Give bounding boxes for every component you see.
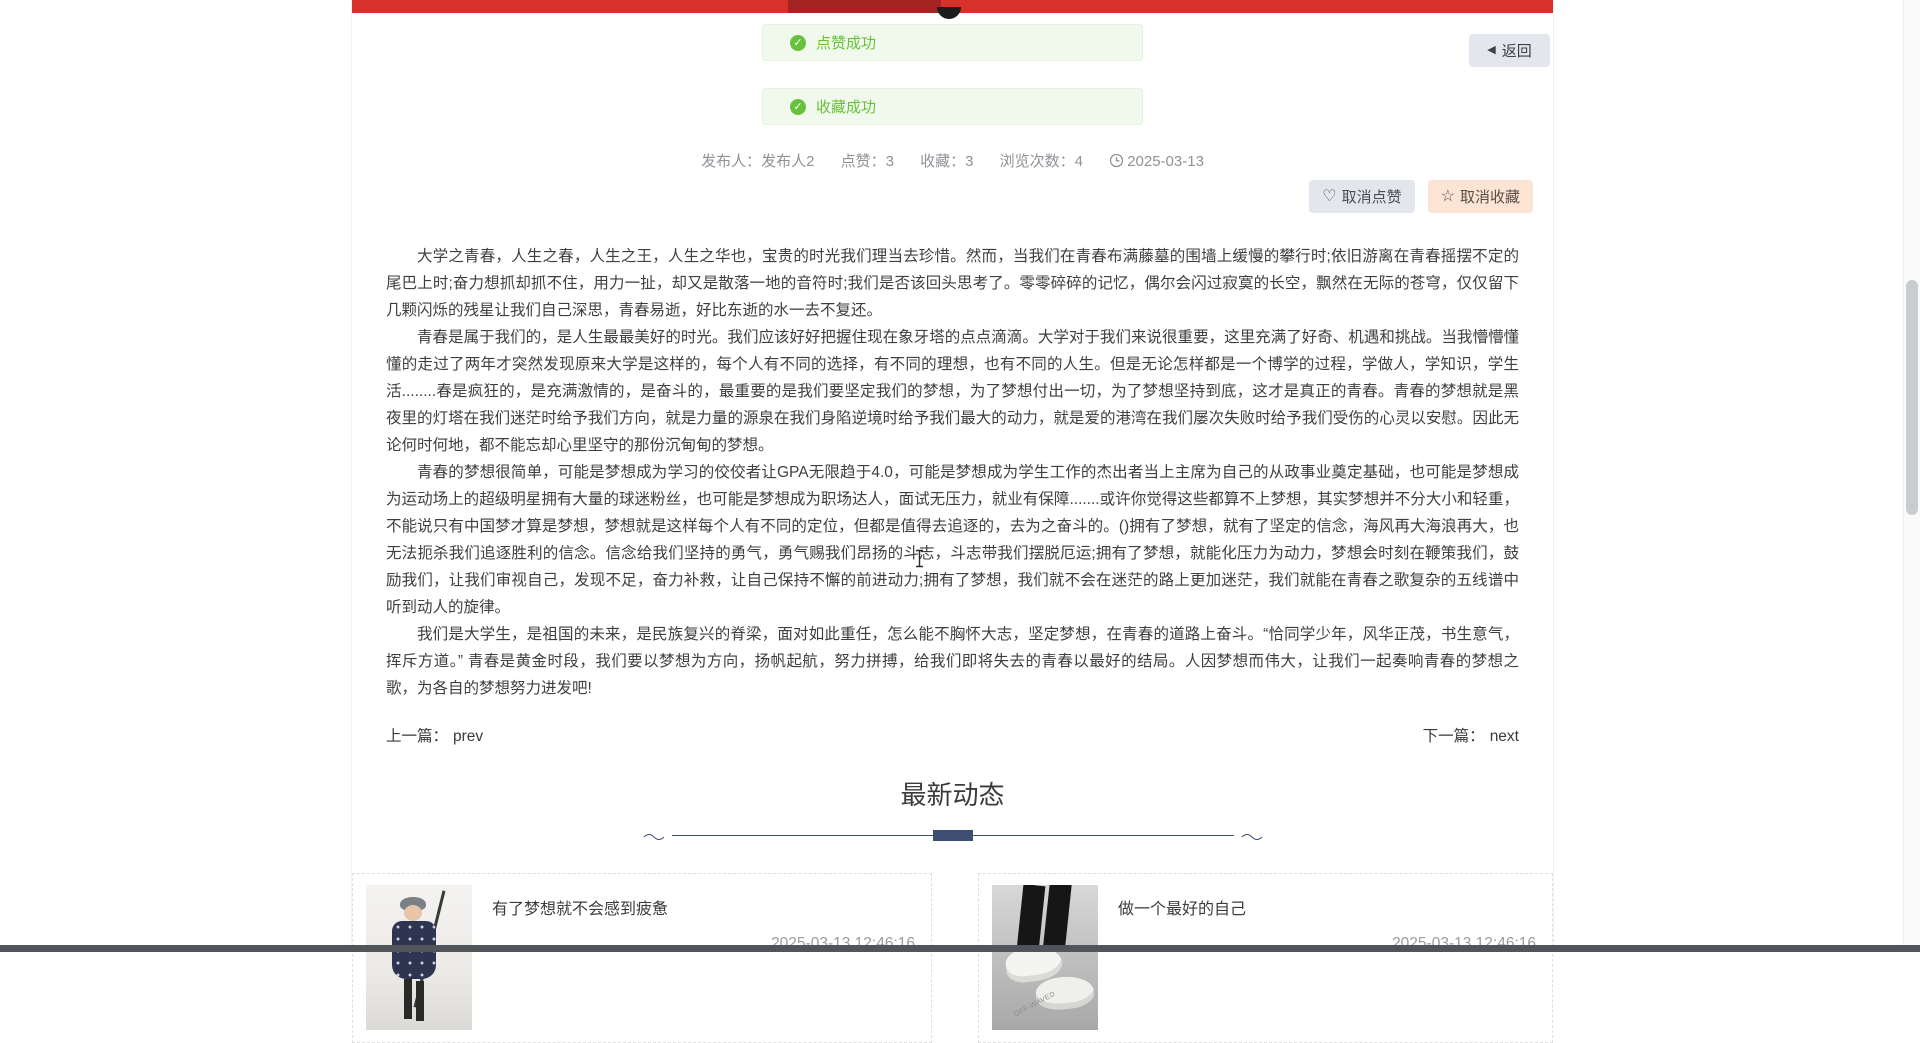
article-paragraph: 青春的梦想很简单，可能是梦想成为学习的佼佼者让GPA无限趋于4.0，可能是梦想成… [386,459,1519,621]
card-thumbnail-sneakers: OFF-WAVED [992,885,1098,1030]
latest-news-title: 最新动态 [352,775,1553,812]
cancel-favorite-button[interactable]: ☆ 取消收藏 [1428,180,1533,213]
article-paragraph: 青春是属于我们的，是人生最最美好的时光。我们应该好好把握住现在象牙塔的点点滴滴。… [386,324,1519,459]
meta-date: 2025-03-13 [1109,153,1204,170]
cancel-like-label: 取消点赞 [1342,186,1402,207]
vertical-scrollbar[interactable] [1903,0,1920,952]
meta-views-value: 4 [1075,153,1083,170]
meta-views: 浏览次数：4 [1000,153,1083,170]
heart-outline-icon: ♡ [1322,189,1336,205]
success-check-icon: ✓ [790,99,806,115]
toast-message: 收藏成功 [816,96,876,117]
divider-squiggle-icon [642,829,670,841]
back-arrow-icon: ◀ [1487,45,1495,56]
article-paragraph: 大学之青春，人生之春，人生之王，人生之华也，宝贵的时光我们理当去珍惜。然而，当我… [386,243,1519,324]
prev-article-link[interactable]: 上一篇： prev [386,724,483,746]
divider-squiggle-icon [1236,829,1264,841]
thumbnail-detail [404,905,422,921]
news-card-title: 有了梦想就不会感到疲惫 [492,895,668,919]
star-outline-icon: ☆ [1441,189,1455,205]
prev-label: 上一篇： [386,728,448,745]
text-cursor [914,549,925,568]
taskbar-edge [0,945,1920,952]
latest-news-cards: 有了梦想就不会感到疲惫 2025-03-13 12:46:16 OFF-WAVE… [352,873,1553,1043]
back-button[interactable]: ◀ 返回 [1469,34,1550,67]
next-label: 下一篇： [1423,728,1485,745]
meta-publisher: 发布人：发布人2 [701,153,814,170]
meta-publisher-value: 发布人2 [761,153,814,170]
thumbnail-detail [1017,885,1046,952]
prev-title: prev [453,728,483,745]
toast-like-success: ✓ 点赞成功 [762,24,1143,61]
toast-message: 点赞成功 [816,32,876,53]
next-article-link[interactable]: 下一篇： next [1423,724,1519,746]
page-content-column: ✓ 点赞成功 ✓ 收藏成功 ◀ 返回 发布人：发布人2 点赞：3 收藏：3 浏览… [351,0,1554,952]
banner-image-fragment [788,0,941,13]
cancel-like-button[interactable]: ♡ 取消点赞 [1309,180,1414,213]
hero-banner-strip [352,0,1553,13]
back-button-label: 返回 [1502,40,1532,61]
thumbnail-detail [404,979,412,1019]
meta-favorites: 收藏：3 [920,153,973,170]
card-thumbnail-girl-dress [366,885,472,1030]
section-divider [642,825,1264,845]
meta-favorites-value: 3 [965,153,973,170]
cancel-favorite-label: 取消收藏 [1460,186,1520,207]
success-check-icon: ✓ [790,35,806,51]
news-card[interactable]: 有了梦想就不会感到疲惫 2025-03-13 12:46:16 [352,873,932,1043]
news-card-title: 做一个最好的自己 [1118,895,1246,919]
article-paragraph: 我们是大学生，是祖国的未来，是民族复兴的脊梁，面对如此重任，怎么能不胸怀大志，坚… [386,621,1519,702]
article-pagination: 上一篇： prev 下一篇： next [386,724,1519,746]
meta-date-value: 2025-03-13 [1127,153,1204,170]
clock-icon [1109,153,1124,168]
next-title: next [1490,728,1519,745]
meta-likes-value: 3 [886,153,894,170]
divider-center-block [933,830,973,841]
article-action-row: ♡ 取消点赞 ☆ 取消收藏 [352,180,1553,213]
thumbnail-detail [1035,975,1095,1011]
scrollbar-thumb[interactable] [1906,280,1918,515]
news-card[interactable]: OFF-WAVED 做一个最好的自己 2025-03-13 12:46:16 [978,873,1553,1043]
article-body: 大学之青春，人生之春，人生之王，人生之华也，宝贵的时光我们理当去珍惜。然而，当我… [386,243,1519,702]
article-meta-row: 发布人：发布人2 点赞：3 收藏：3 浏览次数：4 2025-03-13 [352,150,1553,171]
meta-likes: 点赞：3 [841,153,894,170]
banner-image-fragment [937,7,961,19]
toast-favorite-success: ✓ 收藏成功 [762,88,1143,125]
